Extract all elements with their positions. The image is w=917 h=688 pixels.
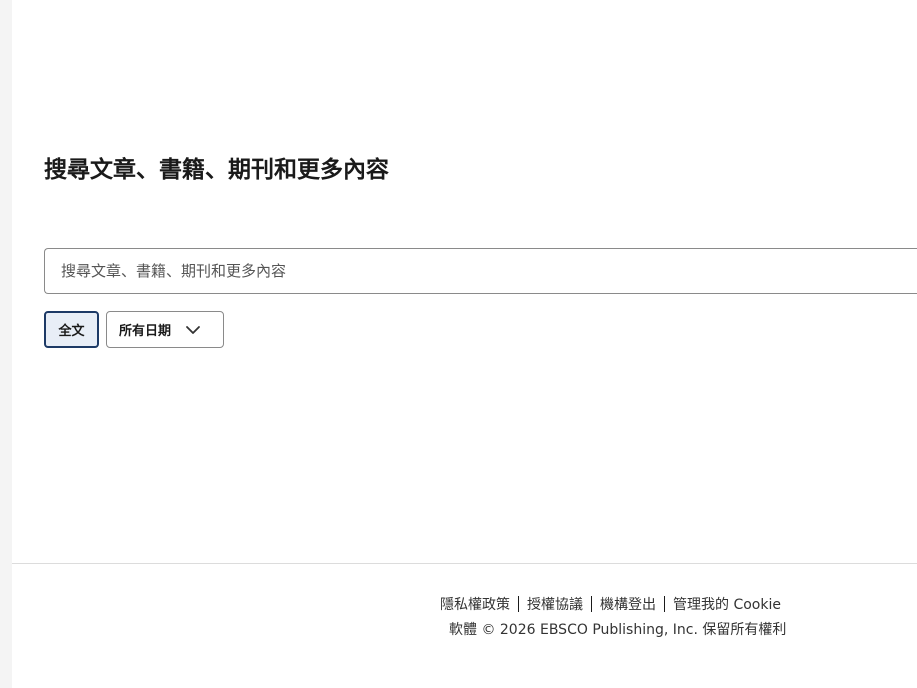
footer-divider (12, 563, 917, 564)
left-rail (0, 0, 12, 688)
fulltext-label: 全文 (58, 324, 85, 339)
footer-links: 隱私權政策 授權協議 機構登出 管理我的 Cookie (440, 594, 781, 614)
page-title: 搜尋文章、書籍、期刊和更多內容 (44, 157, 389, 183)
footer-link-license-agreement[interactable]: 授權協議 (527, 594, 583, 614)
footer-link-institution-logout[interactable]: 機構登出 (600, 594, 656, 614)
footer-link-privacy-policy[interactable]: 隱私權政策 (440, 594, 510, 614)
footer-separator (518, 596, 519, 612)
date-filter-label: 所有日期 (119, 324, 172, 339)
page: 搜尋文章、書籍、期刊和更多內容 全文 所有日期 隱私權政策 授權協議 機構登出 … (0, 0, 917, 688)
footer-separator (664, 596, 665, 612)
footer-separator (591, 596, 592, 612)
search-input[interactable] (45, 249, 917, 293)
search-box (44, 248, 917, 294)
date-filter-dropdown[interactable]: 所有日期 (106, 311, 224, 348)
chevron-down-icon (186, 325, 200, 334)
fulltext-toggle-button[interactable]: 全文 (44, 311, 99, 348)
copyright-text: 軟體 © 2026 EBSCO Publishing, Inc. 保留所有權利 (449, 622, 787, 638)
footer-link-manage-cookies[interactable]: 管理我的 Cookie (673, 594, 781, 614)
